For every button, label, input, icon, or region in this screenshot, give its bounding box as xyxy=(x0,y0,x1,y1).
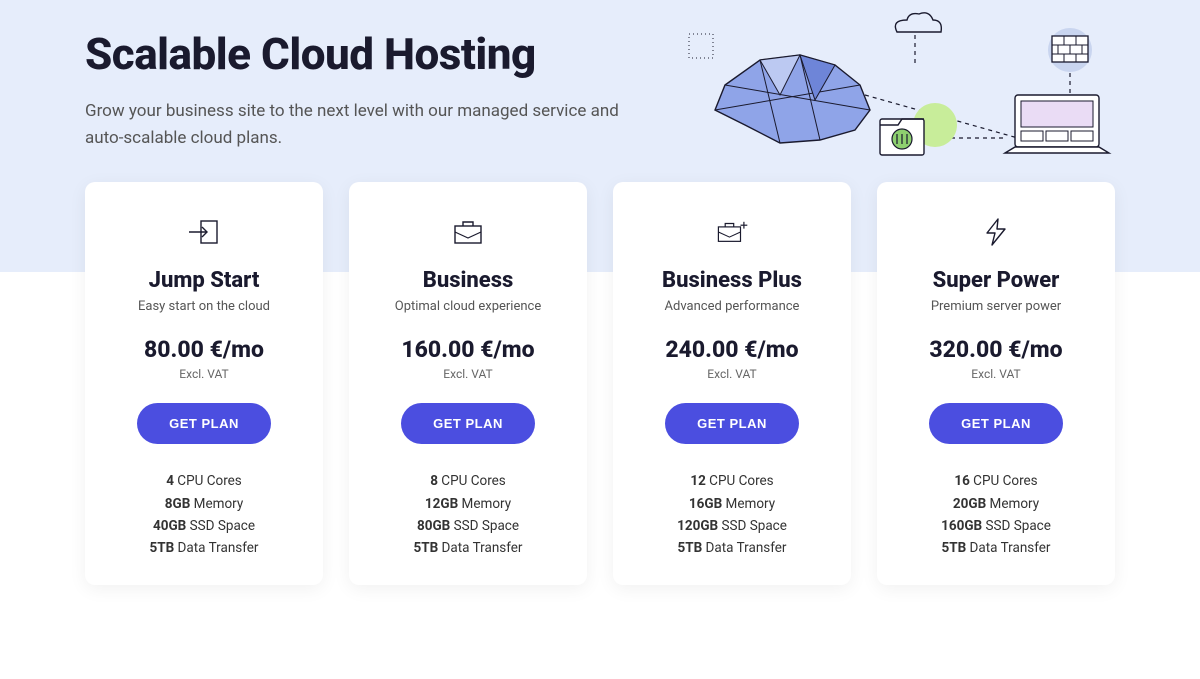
vat-note: Excl. VAT xyxy=(367,367,569,381)
plan-card: Business Optimal cloud experience 160.00 €… xyxy=(349,182,587,585)
plan-price: 160.00 €/mo xyxy=(367,336,569,363)
vat-note: Excl. VAT xyxy=(895,367,1097,381)
feature-item: 12GB Memory xyxy=(367,493,569,515)
feature-item: 5TB Data Transfer xyxy=(631,537,833,559)
feature-item: 8 CPU Cores xyxy=(367,470,569,492)
plan-tagline: Advanced performance xyxy=(631,299,833,314)
plan-name: Business Plus xyxy=(631,268,833,293)
feature-item: 120GB SSD Space xyxy=(631,515,833,537)
arrow-login-icon xyxy=(103,212,305,252)
lightning-icon xyxy=(895,212,1097,252)
feature-item: 8GB Memory xyxy=(103,493,305,515)
vat-note: Excl. VAT xyxy=(103,367,305,381)
plan-card: Super Power Premium server power 320.00 €/… xyxy=(877,182,1115,585)
feature-item: 12 CPU Cores xyxy=(631,470,833,492)
feature-item: 160GB SSD Space xyxy=(895,515,1097,537)
cloud-illustration xyxy=(685,10,1115,170)
feature-list: 16 CPU Cores20GB Memory160GB SSD Space5T… xyxy=(895,470,1097,559)
briefcase-icon xyxy=(367,212,569,252)
plan-name: Business xyxy=(367,268,569,293)
plan-tagline: Premium server power xyxy=(895,299,1097,314)
feature-item: 5TB Data Transfer xyxy=(367,537,569,559)
feature-item: 20GB Memory xyxy=(895,493,1097,515)
plan-name: Jump Start xyxy=(103,268,305,293)
feature-item: 40GB SSD Space xyxy=(103,515,305,537)
page-subtitle: Grow your business site to the next leve… xyxy=(85,98,645,152)
feature-item: 4 CPU Cores xyxy=(103,470,305,492)
feature-item: 16GB Memory xyxy=(631,493,833,515)
feature-list: 4 CPU Cores8GB Memory40GB SSD Space5TB D… xyxy=(103,470,305,559)
get-plan-button[interactable]: GET PLAN xyxy=(665,403,799,444)
plan-price: 320.00 €/mo xyxy=(895,336,1097,363)
feature-list: 8 CPU Cores12GB Memory80GB SSD Space5TB … xyxy=(367,470,569,559)
plans-grid: Jump Start Easy start on the cloud 80.00 €… xyxy=(0,182,1200,585)
feature-item: 16 CPU Cores xyxy=(895,470,1097,492)
plan-tagline: Optimal cloud experience xyxy=(367,299,569,314)
feature-item: 5TB Data Transfer xyxy=(895,537,1097,559)
plan-tagline: Easy start on the cloud xyxy=(103,299,305,314)
plan-price: 240.00 €/mo xyxy=(631,336,833,363)
feature-item: 80GB SSD Space xyxy=(367,515,569,537)
vat-note: Excl. VAT xyxy=(631,367,833,381)
plan-price: 80.00 €/mo xyxy=(103,336,305,363)
feature-list: 12 CPU Cores16GB Memory120GB SSD Space5T… xyxy=(631,470,833,559)
plan-card: Business Plus Advanced performance 240.00 … xyxy=(613,182,851,585)
get-plan-button[interactable]: GET PLAN xyxy=(929,403,1063,444)
get-plan-button[interactable]: GET PLAN xyxy=(137,403,271,444)
briefcase-plus-icon xyxy=(631,212,833,252)
get-plan-button[interactable]: GET PLAN xyxy=(401,403,535,444)
plan-name: Super Power xyxy=(895,268,1097,293)
feature-item: 5TB Data Transfer xyxy=(103,537,305,559)
plan-card: Jump Start Easy start on the cloud 80.00 €… xyxy=(85,182,323,585)
